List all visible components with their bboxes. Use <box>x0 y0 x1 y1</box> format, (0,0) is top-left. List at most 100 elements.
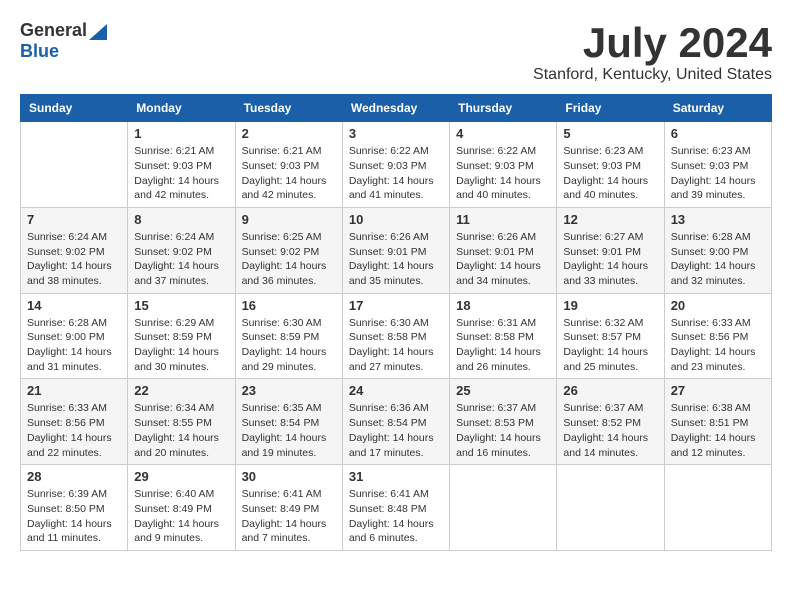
day-info: Sunrise: 6:39 AM Sunset: 8:50 PM Dayligh… <box>27 487 121 546</box>
table-cell: 12 Sunrise: 6:27 AM Sunset: 9:01 PM Dayli… <box>557 207 664 293</box>
table-cell: 26 Sunrise: 6:37 AM Sunset: 8:52 PM Dayli… <box>557 379 664 465</box>
table-cell: 23 Sunrise: 6:35 AM Sunset: 8:54 PM Dayli… <box>235 379 342 465</box>
table-cell <box>664 465 771 551</box>
logo: General Blue <box>20 20 107 62</box>
day-number: 24 <box>349 383 443 398</box>
day-number: 3 <box>349 126 443 141</box>
location-title: Stanford, Kentucky, United States <box>533 66 772 84</box>
table-cell: 22 Sunrise: 6:34 AM Sunset: 8:55 PM Dayli… <box>128 379 235 465</box>
day-number: 28 <box>27 469 121 484</box>
table-cell: 16 Sunrise: 6:30 AM Sunset: 8:59 PM Dayli… <box>235 293 342 379</box>
day-info: Sunrise: 6:29 AM Sunset: 8:59 PM Dayligh… <box>134 316 228 375</box>
logo-triangle-icon <box>89 24 107 40</box>
table-cell: 18Sunrise: 6:31 AM Sunset: 8:58 PM Dayli… <box>450 293 557 379</box>
day-info: Sunrise: 6:26 AM Sunset: 9:01 PM Dayligh… <box>349 230 443 289</box>
header-sunday: Sunday <box>21 95 128 122</box>
table-cell <box>557 465 664 551</box>
day-info: Sunrise: 6:33 AM Sunset: 8:56 PM Dayligh… <box>671 316 765 375</box>
day-info: Sunrise: 6:23 AM Sunset: 9:03 PM Dayligh… <box>563 144 657 203</box>
table-cell: 2 Sunrise: 6:21 AM Sunset: 9:03 PM Daylig… <box>235 122 342 208</box>
calendar-table: Sunday Monday Tuesday Wednesday Thursday… <box>20 94 772 551</box>
logo-general-text: General <box>20 20 87 41</box>
table-cell: 29 Sunrise: 6:40 AM Sunset: 8:49 PM Dayli… <box>128 465 235 551</box>
table-cell: 3 Sunrise: 6:22 AM Sunset: 9:03 PM Daylig… <box>342 122 449 208</box>
calendar-week-row: 21 Sunrise: 6:33 AM Sunset: 8:56 PM Dayli… <box>21 379 772 465</box>
calendar-week-row: 28 Sunrise: 6:39 AM Sunset: 8:50 PM Dayli… <box>21 465 772 551</box>
logo-blue-text: Blue <box>20 41 59 62</box>
day-number: 10 <box>349 212 443 227</box>
day-number: 14 <box>27 298 121 313</box>
table-cell: 25Sunrise: 6:37 AM Sunset: 8:53 PM Dayli… <box>450 379 557 465</box>
day-number: 29 <box>134 469 228 484</box>
day-number: 8 <box>134 212 228 227</box>
table-cell: 10 Sunrise: 6:26 AM Sunset: 9:01 PM Dayli… <box>342 207 449 293</box>
day-info: Sunrise: 6:37 AM Sunset: 8:53 PM Dayligh… <box>456 401 550 460</box>
day-number: 6 <box>671 126 765 141</box>
day-info: Sunrise: 6:32 AM Sunset: 8:57 PM Dayligh… <box>563 316 657 375</box>
table-cell: 13 Sunrise: 6:28 AM Sunset: 9:00 PM Dayli… <box>664 207 771 293</box>
day-info: Sunrise: 6:37 AM Sunset: 8:52 PM Dayligh… <box>563 401 657 460</box>
day-number: 1 <box>134 126 228 141</box>
day-number: 26 <box>563 383 657 398</box>
header-section: General Blue July 2024 Stanford, Kentuck… <box>20 20 772 84</box>
table-cell: 27 Sunrise: 6:38 AM Sunset: 8:51 PM Dayli… <box>664 379 771 465</box>
table-cell: 14 Sunrise: 6:28 AM Sunset: 9:00 PM Dayli… <box>21 293 128 379</box>
table-cell: 1 Sunrise: 6:21 AM Sunset: 9:03 PM Daylig… <box>128 122 235 208</box>
table-cell: 28 Sunrise: 6:39 AM Sunset: 8:50 PM Dayli… <box>21 465 128 551</box>
day-info: Sunrise: 6:28 AM Sunset: 9:00 PM Dayligh… <box>27 316 121 375</box>
day-number: 23 <box>242 383 336 398</box>
table-cell: 9Sunrise: 6:25 AM Sunset: 9:02 PM Daylig… <box>235 207 342 293</box>
day-number: 5 <box>563 126 657 141</box>
day-number: 15 <box>134 298 228 313</box>
table-cell: 20 Sunrise: 6:33 AM Sunset: 8:56 PM Dayli… <box>664 293 771 379</box>
day-number: 12 <box>563 212 657 227</box>
table-cell <box>450 465 557 551</box>
day-info: Sunrise: 6:40 AM Sunset: 8:49 PM Dayligh… <box>134 487 228 546</box>
day-info: Sunrise: 6:21 AM Sunset: 9:03 PM Dayligh… <box>134 144 228 203</box>
header-thursday: Thursday <box>450 95 557 122</box>
month-title: July 2024 <box>533 20 772 66</box>
header-wednesday: Wednesday <box>342 95 449 122</box>
table-cell: 21 Sunrise: 6:33 AM Sunset: 8:56 PM Dayli… <box>21 379 128 465</box>
day-number: 7 <box>27 212 121 227</box>
table-cell: 17Sunrise: 6:30 AM Sunset: 8:58 PM Dayli… <box>342 293 449 379</box>
day-info: Sunrise: 6:41 AM Sunset: 8:49 PM Dayligh… <box>242 487 336 546</box>
calendar-week-row: 1 Sunrise: 6:21 AM Sunset: 9:03 PM Daylig… <box>21 122 772 208</box>
header-saturday: Saturday <box>664 95 771 122</box>
day-info: Sunrise: 6:23 AM Sunset: 9:03 PM Dayligh… <box>671 144 765 203</box>
day-number: 31 <box>349 469 443 484</box>
day-number: 17 <box>349 298 443 313</box>
day-info: Sunrise: 6:34 AM Sunset: 8:55 PM Dayligh… <box>134 401 228 460</box>
day-info: Sunrise: 6:38 AM Sunset: 8:51 PM Dayligh… <box>671 401 765 460</box>
day-info: Sunrise: 6:36 AM Sunset: 8:54 PM Dayligh… <box>349 401 443 460</box>
day-number: 2 <box>242 126 336 141</box>
day-number: 21 <box>27 383 121 398</box>
day-info: Sunrise: 6:31 AM Sunset: 8:58 PM Dayligh… <box>456 316 550 375</box>
day-info: Sunrise: 6:41 AM Sunset: 8:48 PM Dayligh… <box>349 487 443 546</box>
day-info: Sunrise: 6:27 AM Sunset: 9:01 PM Dayligh… <box>563 230 657 289</box>
day-info: Sunrise: 6:28 AM Sunset: 9:00 PM Dayligh… <box>671 230 765 289</box>
table-cell <box>21 122 128 208</box>
day-info: Sunrise: 6:35 AM Sunset: 8:54 PM Dayligh… <box>242 401 336 460</box>
header-tuesday: Tuesday <box>235 95 342 122</box>
day-info: Sunrise: 6:33 AM Sunset: 8:56 PM Dayligh… <box>27 401 121 460</box>
title-section: July 2024 Stanford, Kentucky, United Sta… <box>533 20 772 84</box>
day-number: 27 <box>671 383 765 398</box>
day-info: Sunrise: 6:24 AM Sunset: 9:02 PM Dayligh… <box>134 230 228 289</box>
day-number: 4 <box>456 126 550 141</box>
day-info: Sunrise: 6:25 AM Sunset: 9:02 PM Dayligh… <box>242 230 336 289</box>
table-cell: 30Sunrise: 6:41 AM Sunset: 8:49 PM Dayli… <box>235 465 342 551</box>
day-number: 19 <box>563 298 657 313</box>
calendar-header-row: Sunday Monday Tuesday Wednesday Thursday… <box>21 95 772 122</box>
day-number: 20 <box>671 298 765 313</box>
table-cell: 5 Sunrise: 6:23 AM Sunset: 9:03 PM Daylig… <box>557 122 664 208</box>
day-info: Sunrise: 6:21 AM Sunset: 9:03 PM Dayligh… <box>242 144 336 203</box>
day-info: Sunrise: 6:22 AM Sunset: 9:03 PM Dayligh… <box>349 144 443 203</box>
day-number: 16 <box>242 298 336 313</box>
table-cell: 7Sunrise: 6:24 AM Sunset: 9:02 PM Daylig… <box>21 207 128 293</box>
day-number: 13 <box>671 212 765 227</box>
header-friday: Friday <box>557 95 664 122</box>
day-info: Sunrise: 6:30 AM Sunset: 8:59 PM Dayligh… <box>242 316 336 375</box>
day-number: 22 <box>134 383 228 398</box>
table-cell: 6 Sunrise: 6:23 AM Sunset: 9:03 PM Daylig… <box>664 122 771 208</box>
